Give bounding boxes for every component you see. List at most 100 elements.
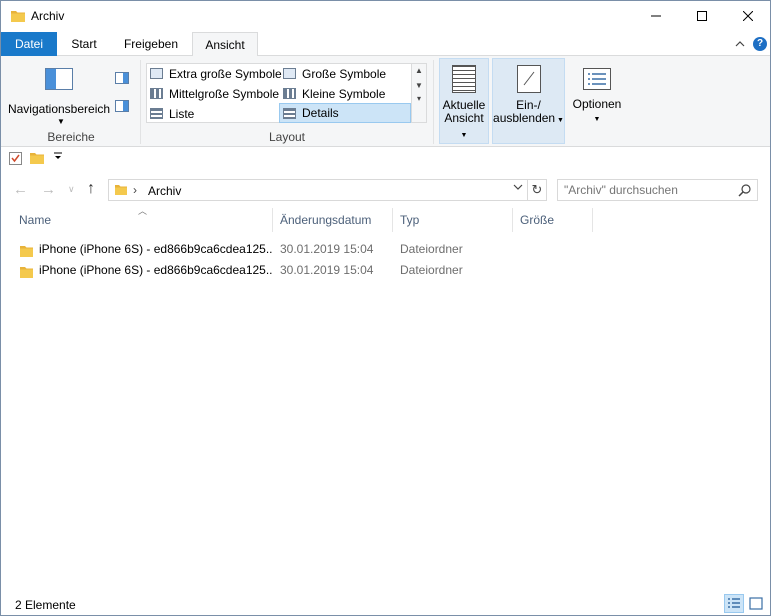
extra-large-icons-icon [150, 68, 163, 79]
current-view-label-2: Ansicht [444, 111, 484, 125]
status-bar: 2 Elemente [1, 593, 770, 615]
refresh-icon: ↻ [531, 182, 543, 197]
folder-icon [20, 264, 33, 284]
current-view-icon [452, 65, 476, 93]
column-header-name[interactable]: Name [13, 207, 272, 233]
address-dropdown-icon[interactable] [513, 183, 523, 194]
collapse-ribbon-button[interactable] [730, 32, 750, 56]
options-label: Optionen [572, 97, 622, 111]
navigation-pane-label: Navigationsbereich [7, 102, 111, 116]
help-icon: ? [753, 37, 767, 51]
details-icon [283, 108, 296, 119]
chevron-down-icon: ▼ [593, 116, 601, 123]
chevron-down-icon: ▼ [57, 117, 65, 126]
help-button[interactable]: ? [750, 32, 770, 56]
table-row[interactable]: iPhone (iPhone 6S) - ed866b9ca6cdea125..… [15, 260, 485, 280]
minimize-icon [651, 15, 661, 17]
back-arrow-icon[interactable]: ← [13, 181, 28, 198]
close-button[interactable] [725, 1, 771, 31]
row-name: iPhone (iPhone 6S) - ed866b9ca6cdea125..… [39, 263, 273, 277]
layout-gallery: Extra große Symbole Große Symbole Mittel… [146, 63, 412, 123]
properties-icon[interactable] [9, 152, 22, 168]
row-name: iPhone (iPhone 6S) - ed866b9ca6cdea125..… [39, 242, 273, 256]
title-bar[interactable]: Archiv [1, 1, 770, 32]
ribbon-tabs: Datei Start Freigeben Ansicht [1, 32, 770, 57]
table-row[interactable]: iPhone (iPhone 6S) - ed866b9ca6cdea125..… [15, 239, 485, 259]
column-divider[interactable] [392, 208, 393, 232]
layout-list[interactable]: Liste [147, 104, 194, 124]
layout-details[interactable]: Details [279, 103, 411, 123]
maximize-button[interactable] [679, 1, 725, 31]
group-divider [433, 60, 434, 144]
medium-icons-icon [150, 88, 163, 99]
window-title: Archiv [31, 9, 65, 23]
chevron-up-icon [735, 41, 745, 47]
close-icon [743, 11, 753, 21]
up-arrow-icon[interactable]: ↑ [87, 180, 95, 198]
tab-datei[interactable]: Datei [1, 32, 57, 56]
large-icons-icon [283, 68, 296, 79]
layout-large-icons[interactable]: Große Symbole [280, 64, 386, 84]
search-box[interactable] [557, 179, 758, 201]
layout-medium-icons[interactable]: Mittelgroße Symbole [147, 84, 279, 104]
new-folder-icon[interactable] [30, 152, 44, 167]
address-bar[interactable]: › Archiv [108, 179, 528, 201]
search-icon [738, 183, 752, 200]
navigation-pane-button[interactable]: Navigationsbereich ▼ [7, 60, 111, 126]
scroll-down-icon[interactable]: ▼ [412, 81, 426, 90]
details-view-icon [728, 598, 740, 608]
small-icons-icon [283, 88, 296, 99]
refresh-button[interactable]: ↻ [527, 179, 547, 201]
scroll-up-icon[interactable]: ▲ [412, 66, 426, 75]
column-divider[interactable] [272, 208, 273, 232]
show-hide-icon [516, 65, 541, 93]
navigation-pane-icon [45, 68, 73, 90]
layout-extra-large-icons[interactable]: Extra große Symbole [147, 64, 282, 84]
column-header-type[interactable]: Typ [394, 207, 512, 233]
row-type: Dateiordner [400, 242, 463, 256]
group-label-bereiche: Bereiche [47, 130, 95, 144]
folder-icon [115, 184, 127, 198]
options-button[interactable]: Optionen ▼ [569, 58, 625, 144]
breadcrumb-chevron-icon[interactable]: › [133, 183, 137, 197]
list-icon [150, 108, 163, 119]
current-view-button[interactable]: Aktuelle Ansicht ▼ [439, 58, 489, 144]
details-pane-icon[interactable] [115, 100, 129, 112]
tab-freigeben[interactable]: Freigeben [111, 32, 191, 56]
row-type: Dateiordner [400, 263, 463, 277]
recent-locations-icon[interactable]: ∨ [68, 184, 75, 195]
layout-gallery-scroller[interactable]: ▲ ▼ ▾ [412, 63, 427, 123]
quick-access-toolbar [1, 147, 770, 173]
details-view-button[interactable] [724, 594, 744, 613]
customize-toolbar-icon[interactable] [53, 151, 63, 164]
column-header-date[interactable]: Änderungsdatum [274, 207, 392, 233]
layout-small-icons[interactable]: Kleine Symbole [280, 84, 385, 104]
column-divider[interactable] [512, 208, 513, 232]
large-icons-view-icon [749, 597, 763, 610]
large-icons-view-button[interactable] [746, 594, 766, 613]
expand-gallery-icon[interactable]: ▾ [412, 94, 426, 103]
show-hide-label-2: ausblenden [493, 111, 556, 125]
maximize-icon [697, 11, 707, 21]
row-date: 30.01.2019 15:04 [280, 242, 374, 256]
tab-start[interactable]: Start [57, 32, 111, 56]
navigation-bar: ← → ∨ ↑ › Archiv ↻ [1, 173, 770, 207]
item-count: 2 Elemente [15, 598, 76, 612]
show-hide-button[interactable]: Ein-/ ausblenden ▼ [492, 58, 565, 144]
folder-icon [11, 10, 25, 25]
group-label-layout: Layout [268, 130, 306, 144]
ribbon: Navigationsbereich ▼ Bereiche Extra groß… [1, 56, 770, 147]
preview-pane-icon[interactable] [115, 72, 129, 84]
row-date: 30.01.2019 15:04 [280, 263, 374, 277]
forward-arrow-icon[interactable]: → [41, 181, 56, 198]
column-header-size[interactable]: Größe [514, 207, 592, 233]
minimize-button[interactable] [633, 1, 679, 31]
tab-ansicht[interactable]: Ansicht [192, 32, 258, 57]
search-input[interactable] [564, 182, 734, 198]
options-icon [583, 68, 611, 90]
breadcrumb-item[interactable]: Archiv [148, 184, 181, 198]
explorer-window: Archiv Datei Start Freigeben Ansicht ? N… [0, 0, 771, 616]
chevron-down-icon: ▼ [460, 132, 468, 139]
chevron-down-icon: ▼ [555, 117, 564, 124]
column-divider[interactable] [592, 208, 593, 232]
